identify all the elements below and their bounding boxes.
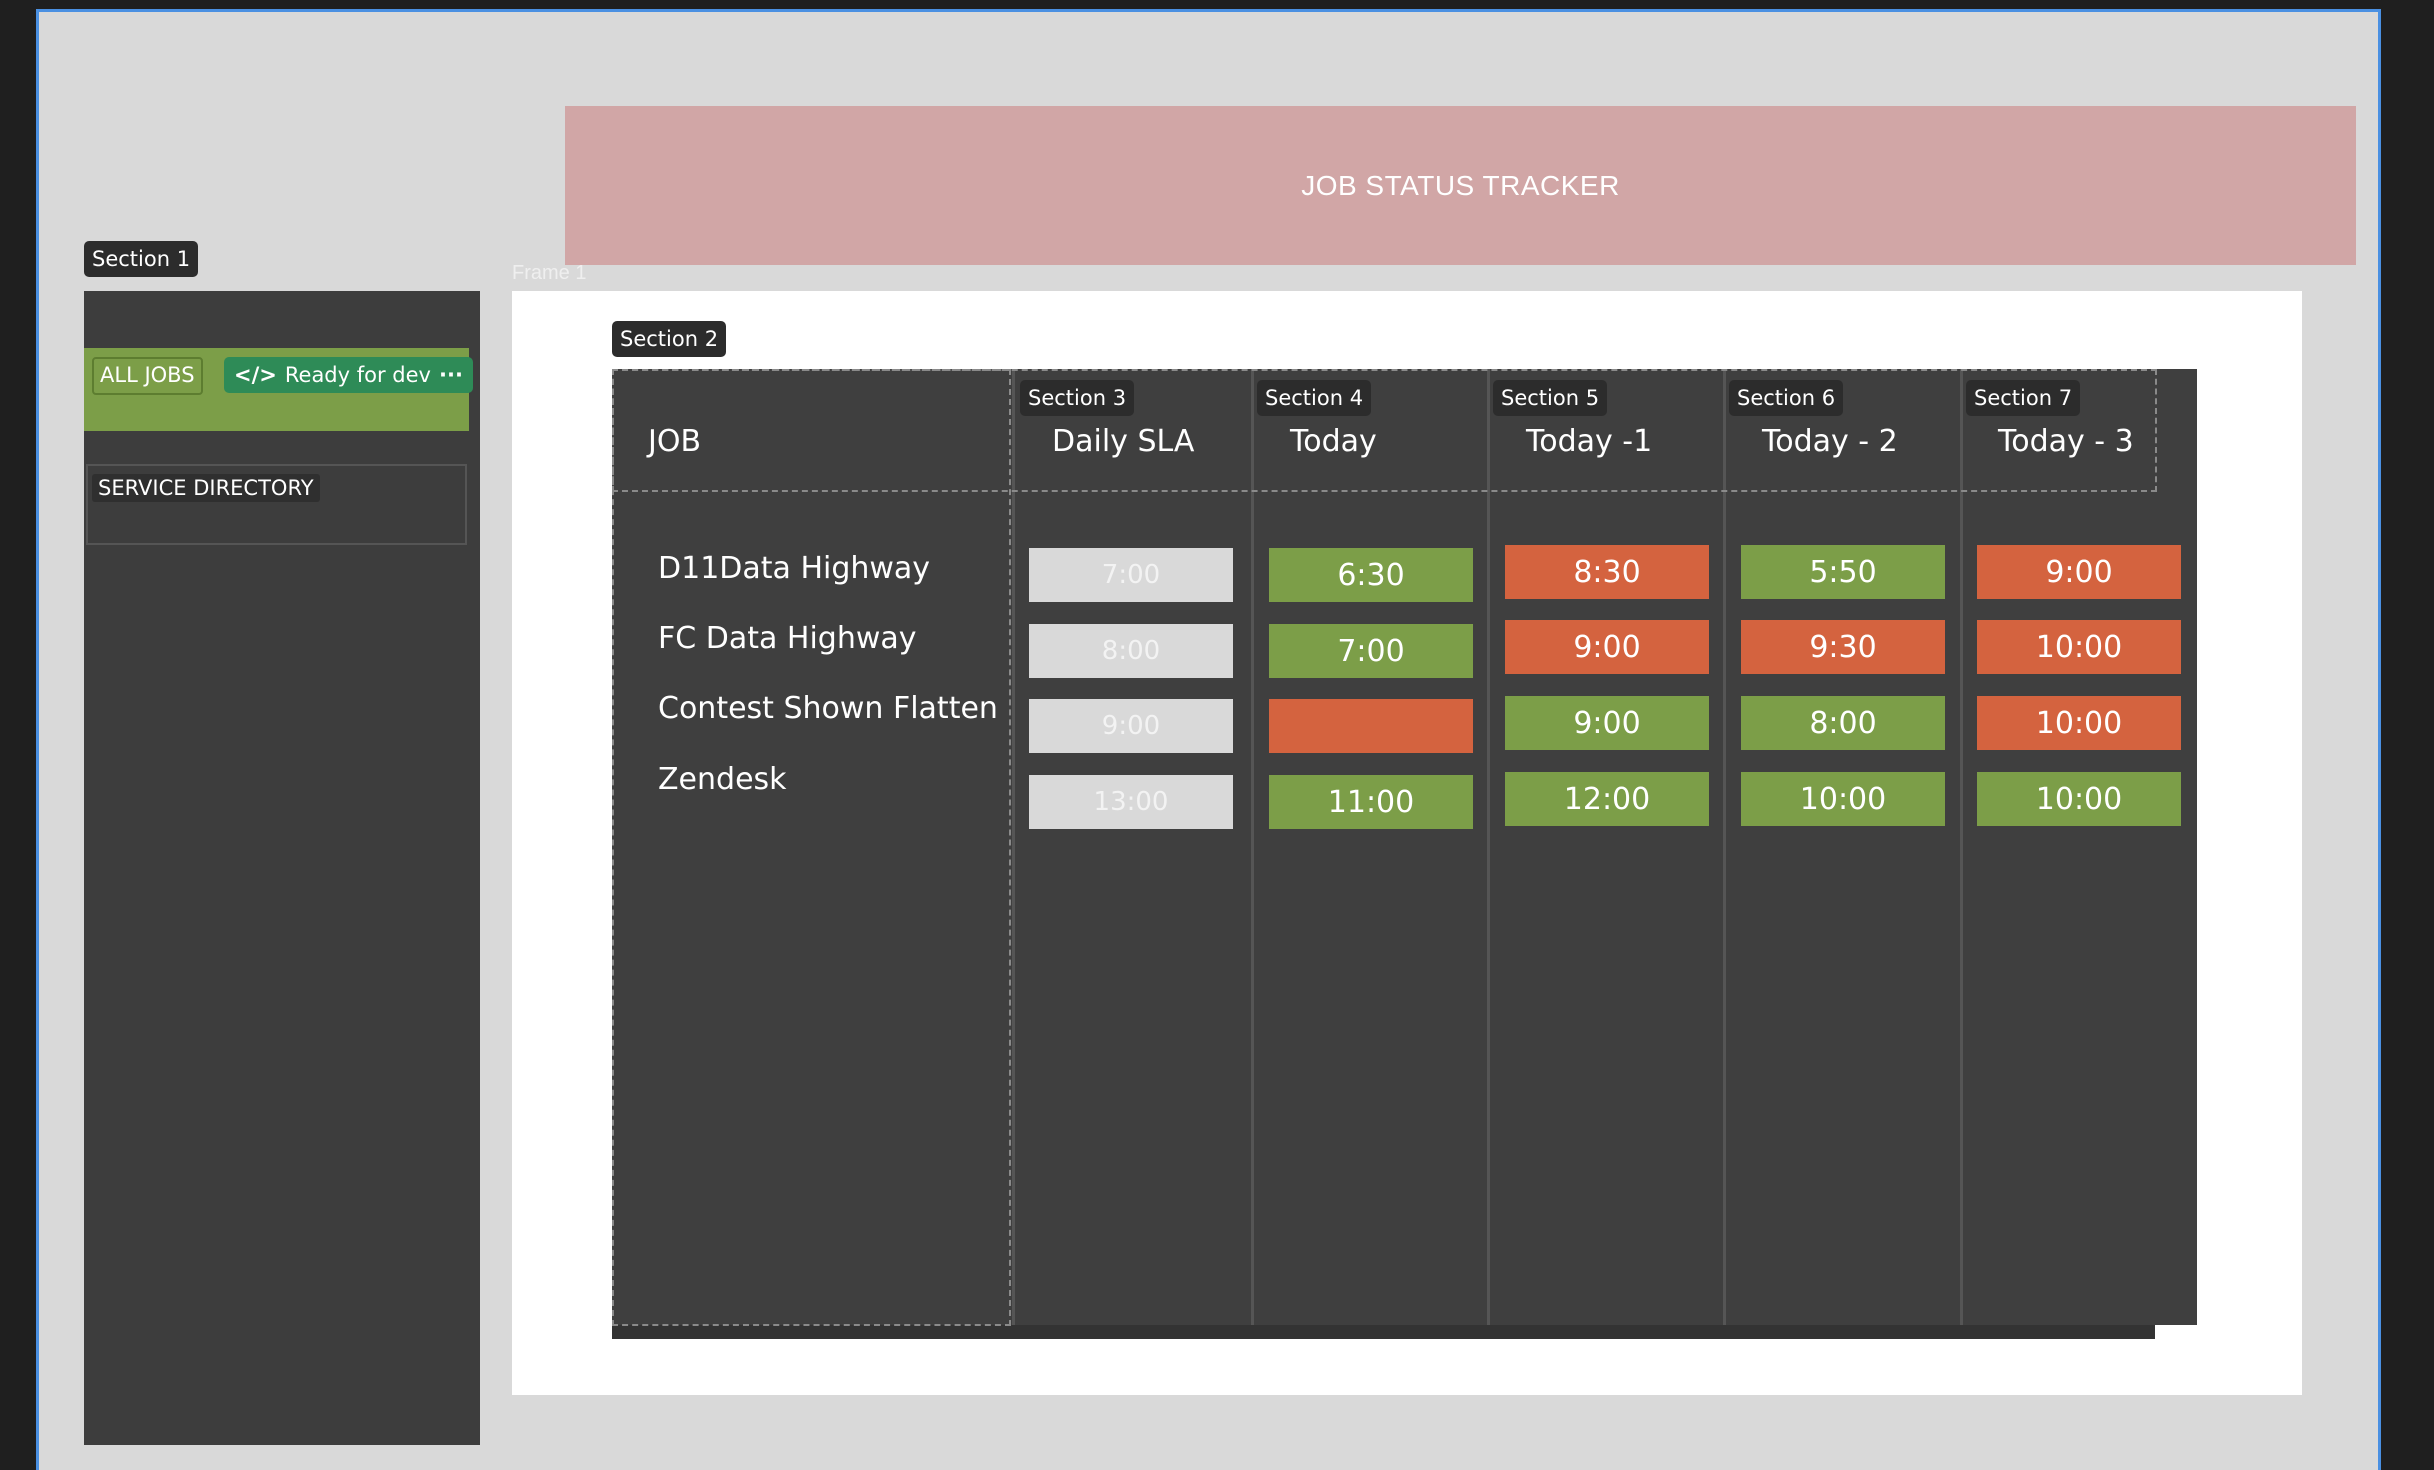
status-cell[interactable]: 12:00 — [1505, 772, 1709, 826]
today-minus-2-header: Today - 2 — [1762, 424, 1898, 459]
status-cell[interactable]: 9:00 — [1977, 545, 2181, 599]
status-cell[interactable]: 9:00 — [1505, 620, 1709, 674]
column-divider — [1251, 369, 1254, 1325]
code-icon: </> — [234, 363, 277, 387]
column-divider — [1723, 369, 1726, 1325]
status-cell[interactable]: 11:00 — [1269, 775, 1473, 829]
status-cell[interactable]: 9:00 — [1505, 696, 1709, 750]
job-name[interactable]: FC Data Highway — [658, 621, 917, 656]
job-name[interactable]: D11Data Highway — [658, 551, 930, 586]
today-header: Today — [1290, 424, 1377, 459]
status-cell[interactable]: 10:00 — [1977, 772, 2181, 826]
sla-cell[interactable]: 8:00 — [1029, 624, 1233, 678]
section-2-tag[interactable]: Section 2 — [612, 321, 727, 357]
job-name[interactable]: Zendesk — [658, 762, 787, 797]
status-cell[interactable]: 8:30 — [1505, 545, 1709, 599]
ellipsis-icon[interactable]: ··· — [439, 359, 463, 391]
job-column-outline — [612, 369, 1011, 1326]
column-divider — [1960, 369, 1963, 1325]
sla-cell[interactable]: 7:00 — [1029, 548, 1233, 602]
service-directory-link[interactable]: SERVICE DIRECTORY — [92, 474, 320, 502]
status-cell[interactable]: 5:50 — [1741, 545, 1945, 599]
status-cell[interactable]: 10:00 — [1977, 620, 2181, 674]
sla-cell[interactable]: 13:00 — [1029, 775, 1233, 829]
status-cell[interactable]: 9:30 — [1741, 620, 1945, 674]
all-jobs-button[interactable]: ALL JOBS — [92, 357, 203, 395]
today-minus-3-header: Today - 3 — [1998, 424, 2134, 459]
job-name[interactable]: Contest Shown Flatten — [658, 691, 998, 726]
frame-label: Frame 1 — [512, 262, 587, 284]
page-title: JOB STATUS TRACKER — [1301, 169, 1620, 201]
ready-for-dev-badge[interactable]: </> Ready for dev ··· — [224, 357, 473, 393]
status-cell[interactable]: 8:00 — [1741, 696, 1945, 750]
status-cell[interactable]: 6:30 — [1269, 548, 1473, 602]
status-cell[interactable] — [1269, 699, 1473, 753]
today-minus-1-header: Today -1 — [1526, 424, 1653, 459]
status-cell[interactable]: 10:00 — [1977, 696, 2181, 750]
status-cell[interactable]: 7:00 — [1269, 624, 1473, 678]
column-divider — [1487, 369, 1490, 1325]
column-divider — [1012, 369, 1015, 1325]
section-6-tag[interactable]: Section 6 — [1729, 380, 1844, 416]
section-5-tag[interactable]: Section 5 — [1493, 380, 1608, 416]
page-title-banner: JOB STATUS TRACKER — [565, 106, 2356, 265]
section-1-tag[interactable]: Section 1 — [84, 241, 199, 277]
section-7-tag[interactable]: Section 7 — [1966, 380, 2081, 416]
status-cell[interactable]: 10:00 — [1741, 772, 1945, 826]
daily-sla-header: Daily SLA — [1052, 424, 1195, 459]
ready-for-dev-label: Ready for dev — [284, 363, 431, 387]
section-3-tag[interactable]: Section 3 — [1020, 380, 1135, 416]
section-4-tag[interactable]: Section 4 — [1257, 380, 1372, 416]
job-column-header: JOB — [648, 424, 702, 459]
sla-cell[interactable]: 9:00 — [1029, 699, 1233, 753]
